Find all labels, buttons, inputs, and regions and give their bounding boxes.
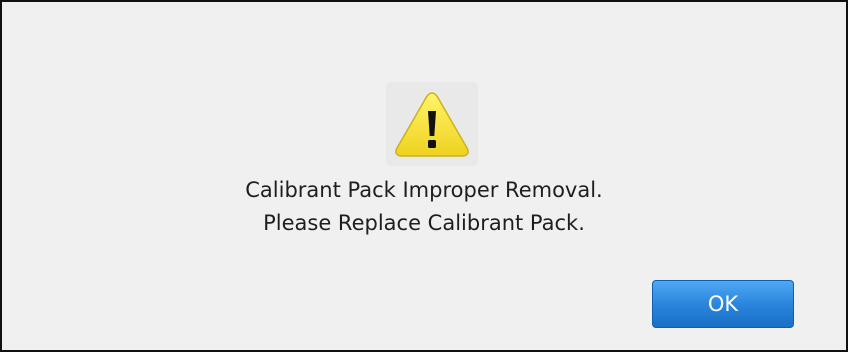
message-line-1: Calibrant Pack Improper Removal. xyxy=(245,178,603,202)
warning-triangle-icon xyxy=(395,92,469,157)
alert-dialog: Calibrant Pack Improper Removal. Please … xyxy=(0,0,848,352)
warning-icon xyxy=(386,82,478,166)
alert-message: Calibrant Pack Improper Removal. Please … xyxy=(2,174,846,240)
ok-button[interactable]: OK xyxy=(652,280,794,328)
message-line-2: Please Replace Calibrant Pack. xyxy=(263,211,585,235)
